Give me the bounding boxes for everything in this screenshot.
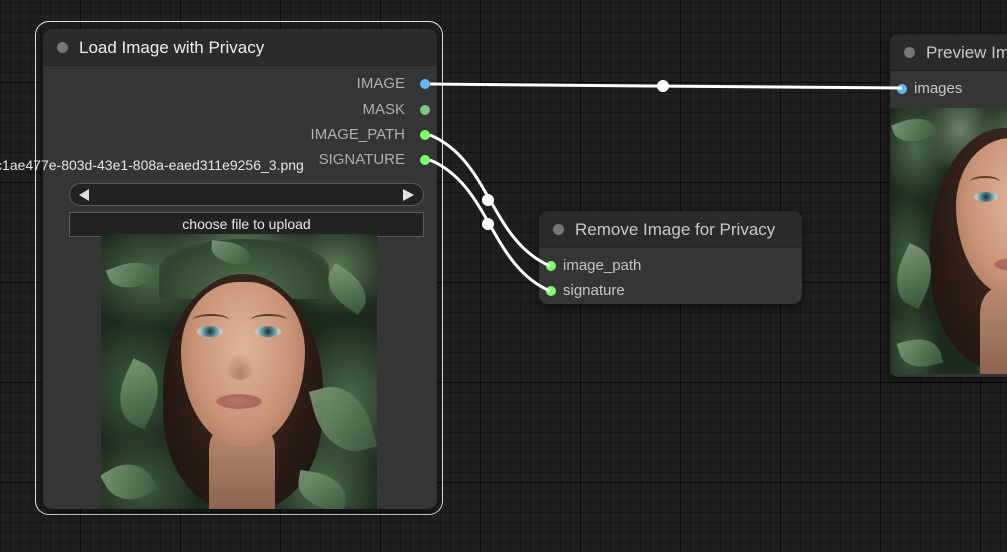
image-preview (890, 108, 1007, 374)
node-status-dot[interactable] (553, 224, 564, 235)
output-slot-image-dot[interactable] (420, 79, 430, 89)
node-title-bar[interactable]: Preview Image (890, 34, 1007, 71)
output-slot-signature-dot[interactable] (420, 155, 430, 165)
image-preview (101, 234, 377, 509)
input-slot-images-label: images (914, 80, 963, 97)
node-status-dot[interactable] (904, 47, 915, 58)
arrow-left-icon[interactable] (79, 189, 89, 201)
image-combo-widget[interactable] (69, 183, 424, 206)
preview-image-node[interactable]: Preview Image images (890, 34, 1007, 377)
link-signature[interactable] (429, 158, 551, 293)
link-midpoint-handle[interactable] (657, 80, 669, 92)
arrow-right-icon[interactable] (403, 189, 414, 201)
input-slot-images-dot[interactable] (897, 84, 907, 94)
node-title: Load Image with Privacy (79, 38, 265, 57)
output-slot-image-path-label: IMAGE_PATH (310, 126, 405, 143)
node-graph-canvas[interactable]: Load Image with Privacy IMAGE MASK IMAGE… (0, 0, 1007, 552)
node-status-dot[interactable] (57, 42, 68, 53)
node-title: Preview Image (926, 43, 1007, 62)
image-combo-value: a_girl_c1ae477e-803d-43e1-808a-eaed311e9… (0, 157, 304, 173)
link-midpoint-handle[interactable] (482, 218, 494, 230)
link-image-to-images[interactable] (429, 82, 903, 90)
link-midpoint-handle[interactable] (482, 194, 494, 206)
output-slot-image-path-dot[interactable] (420, 130, 430, 140)
remove-image-node[interactable]: Remove Image for Privacy image_path sign… (539, 211, 802, 304)
node-title: Remove Image for Privacy (575, 220, 776, 239)
output-slot-image-label: IMAGE (356, 75, 405, 92)
input-slot-image-path-dot[interactable] (546, 261, 556, 271)
link-image-path[interactable] (429, 133, 551, 268)
input-slot-image-path-label: image_path (563, 257, 642, 274)
input-slot-signature-dot[interactable] (546, 286, 556, 296)
node-title-bar[interactable]: Remove Image for Privacy (539, 211, 802, 248)
output-slot-mask-label: MASK (362, 101, 405, 118)
load-image-node[interactable]: Load Image with Privacy IMAGE MASK IMAGE… (43, 29, 437, 509)
output-slot-signature-label: SIGNATURE (318, 151, 405, 168)
input-slot-signature-label: signature (563, 282, 625, 299)
node-title-bar[interactable]: Load Image with Privacy (43, 29, 437, 66)
output-slot-mask-dot[interactable] (420, 105, 430, 115)
